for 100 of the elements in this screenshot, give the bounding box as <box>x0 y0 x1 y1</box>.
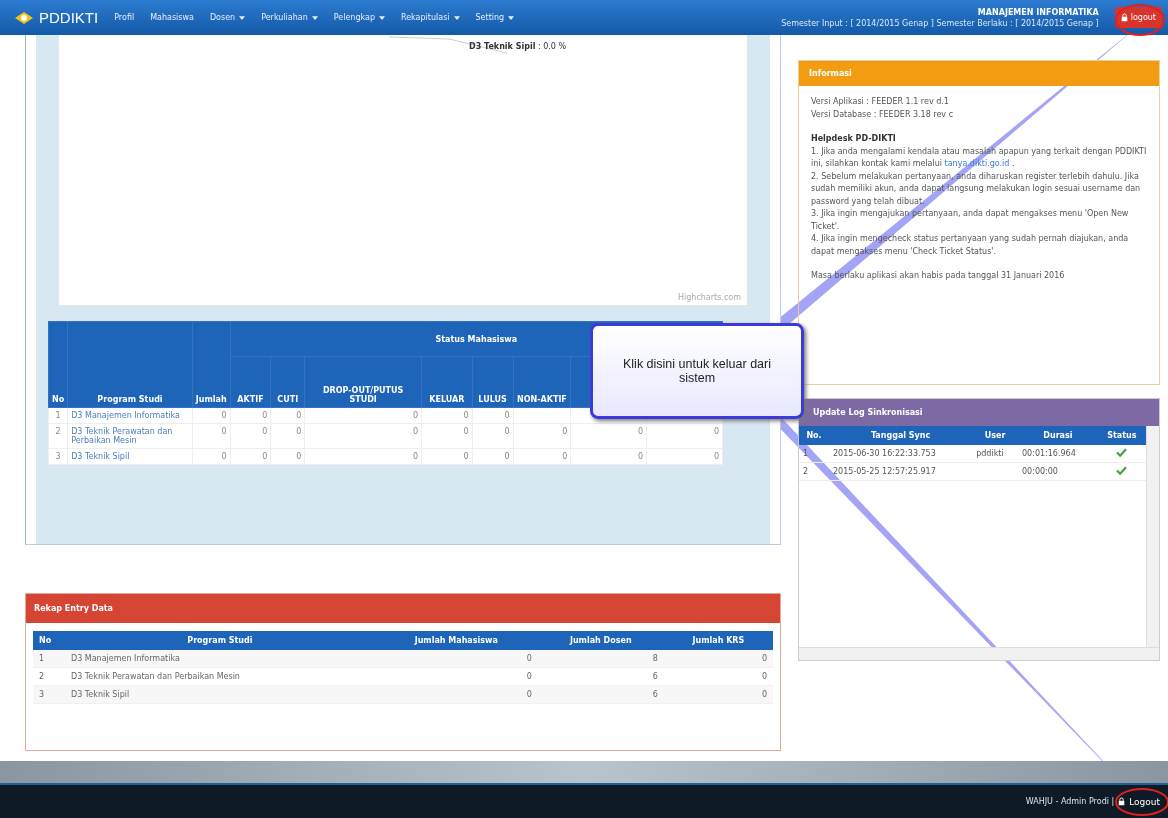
lock-icon <box>1118 797 1126 806</box>
semester-info: Semester Input : [ 2014/2015 Genap ] Semester Berlaku : [ 2014/2015 Genap ] <box>781 18 1099 28</box>
logo-icon <box>14 9 34 26</box>
table-cell: 0 <box>526 690 532 699</box>
column-header: No. <box>799 426 829 445</box>
table-cell: 0 <box>412 427 419 436</box>
expiry-text: Masa berlaku aplikasi akan habis pada tanggal 31 Januari 2016 <box>811 270 1066 282</box>
table-cell: 0 <box>221 427 227 436</box>
nav-menu-item[interactable]: Dosen <box>209 13 246 22</box>
column-header: Tanggal Sync <box>829 426 973 445</box>
table-cell: 0 <box>221 452 227 461</box>
column-header: AKTIF <box>230 356 271 408</box>
callout-text: Klik disini untuk keluar dari sistem <box>622 357 772 385</box>
table-cell: 1 <box>803 449 809 458</box>
column-header: Jumlah KRS <box>663 631 773 650</box>
table-cell: 3 <box>39 690 45 699</box>
version-text: Versi Database : FEEDER 3.18 rev c <box>811 108 955 121</box>
table-cell: 0 <box>761 690 767 699</box>
helpdesk-link[interactable]: tanya.dikti.go.id <box>944 159 1010 168</box>
table-cell: 0 <box>463 427 469 436</box>
highlight-ring <box>1115 4 1165 36</box>
table-cell: 0 <box>761 654 767 663</box>
panel-title: Update Log Sinkronisasi <box>813 408 923 417</box>
table-cell: 0 <box>713 452 719 461</box>
column-header: Jumlah Dosen <box>537 631 664 650</box>
table-cell: 2 <box>48 423 68 449</box>
table-cell: 0 <box>562 452 568 461</box>
panel-title: Informasi <box>809 69 852 78</box>
highlight-ring <box>1115 788 1168 816</box>
column-header: KELUAR <box>421 356 473 408</box>
caret-icon <box>508 15 515 20</box>
user-info: WAHJU - Admin Prodi | <box>1025 797 1115 806</box>
info-text: 4. Jika ingin mengecheck status pertanyaan yang sudah pernah diajukan, anda dapat mengakses menu 'Check Ticket Status'. <box>811 233 1130 258</box>
table-cell: 0 <box>526 654 532 663</box>
table-cell: pddikti <box>976 449 1004 458</box>
table-cell: 0 <box>262 411 268 420</box>
logout-button[interactable]: logout <box>1114 7 1162 28</box>
caret-icon <box>453 15 460 20</box>
nav-menu-item[interactable]: Pelengkap <box>333 13 385 22</box>
column-header: DROP-OUT/PUTUS STUDI <box>304 356 422 408</box>
table-cell: 0 <box>296 452 302 461</box>
table-cell: 0 <box>412 411 419 420</box>
version-text: Versi Aplikasi : FEEDER 1.1 rev d.1 <box>811 96 950 108</box>
table-cell: 0 <box>262 427 268 436</box>
column-header: User <box>972 426 1018 445</box>
table-cell: 8 <box>652 654 658 663</box>
table-cell: 0 <box>504 411 510 420</box>
panel-title: Rekap Entry Data <box>34 604 113 613</box>
table-cell: 6 <box>652 672 658 681</box>
table-cell: 0 <box>713 427 719 436</box>
table-cell: 0 <box>504 452 510 461</box>
scrollbar[interactable] <box>799 647 1159 660</box>
table-cell: D3 Teknik Sipil <box>71 690 130 699</box>
table-cell: 00:00:00 <box>1022 467 1058 476</box>
table-cell: D3 Teknik Perawatan dan Perbaikan Mesin <box>71 672 240 681</box>
info-text: 3. Jika ingin mengajukan pertanyaan, anda dapat mengakses menu 'Open New Ticket'. <box>811 208 1130 233</box>
column-header: Jumlah Mahasiswa <box>374 631 538 650</box>
brand-name[interactable]: PDDIKTI <box>39 9 99 26</box>
table-cell: 3 <box>48 448 68 465</box>
column-header: Jumlah <box>192 321 231 408</box>
nav-menu-item[interactable]: Perkuliahan <box>261 13 318 22</box>
column-header: Durasi <box>1018 426 1098 445</box>
column-header: LULUS <box>472 356 514 408</box>
table-cell: 00:01:16.964 <box>1022 449 1076 458</box>
chart-credit: Highcharts.com <box>678 293 741 302</box>
table-cell: 2 <box>803 467 809 476</box>
caret-icon <box>311 15 318 20</box>
scrollbar[interactable] <box>1146 426 1159 647</box>
table-cell: 2015-06-30 16:22:33.753 <box>833 449 936 458</box>
lock-icon <box>1120 13 1128 22</box>
table-cell: 0 <box>761 672 767 681</box>
table-cell: 0 <box>638 427 644 436</box>
column-header: Status <box>1097 426 1146 445</box>
table-cell: 1 <box>39 654 45 663</box>
table-cell: 0 <box>262 452 268 461</box>
nav-menu-item[interactable]: Mahasiswa <box>150 13 194 22</box>
info-text: 2. Sebelum melakukan pertanyaan, anda diharuskan register terlebih dahulu. Jika sudah memiliki akun, anda dapat langsung melakukan login sesuai username dan password yang telah dibuat. <box>811 170 1142 208</box>
info-text: 1. Jika anda mengalami kendala atau masalah apapun yang terkait dengan PDDIKTI ini, silahkan kontak kami melalui tanya.dikti.go.id . <box>811 145 1148 170</box>
column-header: Program Studi <box>65 631 375 650</box>
unit-name: MANAJEMEN INFORMATIKA <box>977 7 1099 17</box>
table-cell: 0 <box>463 411 469 420</box>
nav-menu-item[interactable]: Profil <box>114 13 135 22</box>
column-header: Program Studi <box>67 321 193 408</box>
column-header: No <box>48 321 68 408</box>
nav-menu-item[interactable]: Rekapitulasi <box>401 13 460 22</box>
table-cell: 0 <box>296 411 302 420</box>
table-cell: 0 <box>562 427 568 436</box>
logout-link[interactable]: Logout <box>1129 796 1160 807</box>
chart-label: D3 Teknik Sipil : 0.0 % <box>469 42 567 51</box>
table-cell: 2015-05-25 12:57:25.917 <box>833 467 936 476</box>
nav-menu-item[interactable]: Setting <box>475 13 515 22</box>
table-cell: 2 <box>39 672 45 681</box>
table-cell: 0 <box>638 452 644 461</box>
caret-icon <box>379 15 385 20</box>
caret-icon <box>239 15 246 20</box>
table-cell: 0 <box>526 672 532 681</box>
table-cell: 0 <box>463 452 469 461</box>
table-cell: 0 <box>296 427 302 436</box>
table-cell: 0 <box>221 411 227 420</box>
helpdesk-title: Helpdesk PD-DIKTI <box>811 133 897 145</box>
